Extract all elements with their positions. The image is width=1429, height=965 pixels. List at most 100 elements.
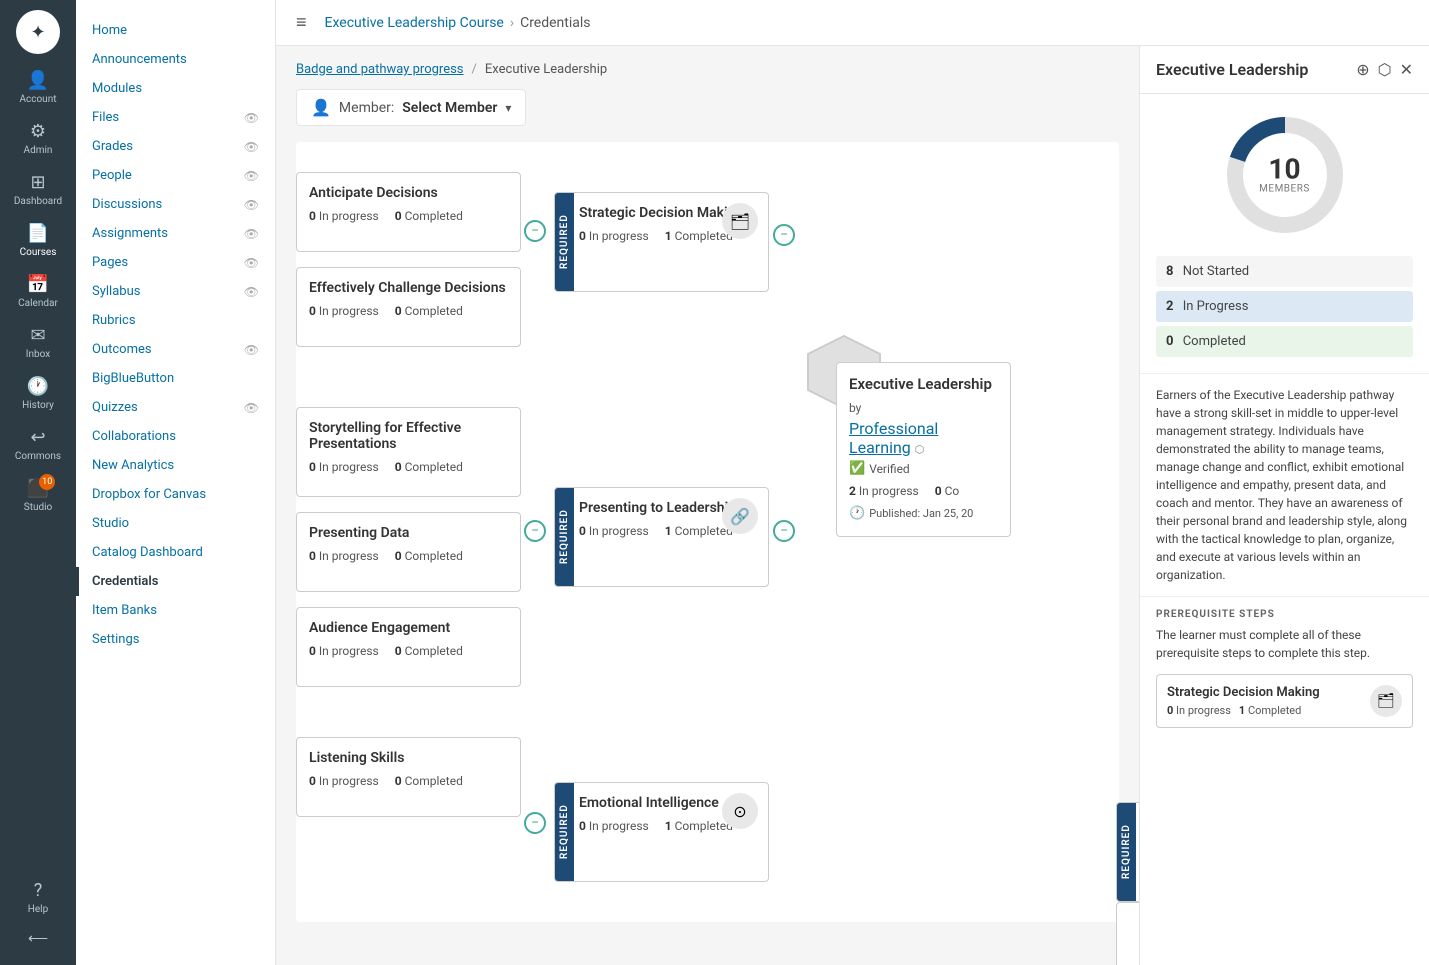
nav-item-announcements[interactable]: Announcements xyxy=(76,45,275,74)
nav-label: People xyxy=(92,168,132,183)
sidebar-item-courses[interactable]: 📄 Courses xyxy=(0,215,76,266)
nav-item-settings[interactable]: Settings xyxy=(76,625,275,654)
publisher-by: by xyxy=(849,401,998,415)
nav-label: Credentials xyxy=(92,574,158,589)
nav-label: Modules xyxy=(92,81,142,96)
nav-label: Dropbox for Canvas xyxy=(92,487,206,502)
sidebar-item-label: Dashboard xyxy=(14,196,62,207)
prereq-card-content: Strategic Decision Making 0 In progress … xyxy=(1167,685,1362,717)
sidebar-item-admin[interactable]: ⚙ Admin xyxy=(0,113,76,164)
eye-icon: 👁 xyxy=(244,169,259,183)
connector-right-2: − xyxy=(773,520,795,542)
clock-icon: 🕐 xyxy=(849,506,865,521)
card-audience-engagement[interactable]: Audience Engagement 0 In progress 0 Comp… xyxy=(296,607,521,687)
logo-icon: ✦ xyxy=(30,22,45,43)
nav-item-home[interactable]: Home xyxy=(76,16,275,45)
nav-item-outcomes[interactable]: Outcomes 👁 xyxy=(76,335,275,364)
member-selector[interactable]: 👤 Member: Select Member ▾ xyxy=(296,89,526,126)
sidebar-collapse-button[interactable]: ⟵ xyxy=(0,923,76,955)
sidebar-item-help[interactable]: ? Help xyxy=(0,872,76,923)
card-challenge-decisions[interactable]: Effectively Challenge Decisions 0 In pro… xyxy=(296,267,521,347)
dashboard-icon: ⊞ xyxy=(30,172,45,193)
stat-num: 0 xyxy=(1166,334,1173,349)
eye-icon: 👁 xyxy=(244,227,259,241)
sidebar-item-calendar[interactable]: 📅 Calendar xyxy=(0,266,76,317)
sidebar-item-studio[interactable]: ⬛ 10 Studio xyxy=(0,470,76,521)
card-strategic-decision-bottom[interactable]: REQUIRED 🗂 Strategic Decision Making 0 I… xyxy=(1116,802,1139,902)
admin-icon: ⚙ xyxy=(30,121,46,142)
nav-label: Rubrics xyxy=(92,313,136,328)
eye-icon: 👁 xyxy=(244,343,259,357)
nav-item-quizzes[interactable]: Quizzes 👁 xyxy=(76,393,275,422)
nav-item-pages[interactable]: Pages 👁 xyxy=(76,248,275,277)
commons-icon: ↩ xyxy=(30,427,45,448)
sidebar-item-label: Admin xyxy=(24,145,53,156)
sidebar-item-dashboard[interactable]: ⊞ Dashboard xyxy=(0,164,76,215)
nav-item-people[interactable]: People 👁 xyxy=(76,161,275,190)
stat-not-started: 8 Not Started xyxy=(1156,256,1413,287)
sidebar-item-account[interactable]: 👤 Account xyxy=(0,62,76,113)
member-value: Select Member xyxy=(402,100,497,116)
card-title: Audience Engagement xyxy=(309,620,508,636)
prereq-card-stats: 0 In progress 1 Completed xyxy=(1167,704,1362,717)
calendar-icon: 📅 xyxy=(27,274,49,295)
nav-item-rubrics[interactable]: Rubrics xyxy=(76,306,275,335)
nav-label: Item Banks xyxy=(92,603,157,618)
card-emotional-intelligence-right[interactable]: Emotional Intelligence 0 In progress 0 C… xyxy=(1116,902,1139,965)
topbar: ≡ Executive Leadership Course › Credenti… xyxy=(276,0,1429,46)
app-logo[interactable]: ✦ xyxy=(16,10,60,54)
sidebar-item-inbox[interactable]: ✉ Inbox xyxy=(0,317,76,368)
account-icon: 👤 xyxy=(27,70,49,91)
breadcrumb-current-page: Credentials xyxy=(520,15,590,31)
card-presenting-data[interactable]: Presenting Data 0 In progress 0 Complete… xyxy=(296,512,521,592)
nav-item-bigbluebutton[interactable]: BigBlueButton xyxy=(76,364,275,393)
nav-item-files[interactable]: Files 👁 xyxy=(76,103,275,132)
breadcrumb-separator: › xyxy=(510,15,514,31)
card-storytelling[interactable]: Storytelling for Effective Presentations… xyxy=(296,407,521,497)
nav-item-new-analytics[interactable]: New Analytics xyxy=(76,451,275,480)
required-badge: REQUIRED xyxy=(1117,803,1136,901)
badge-progress-link[interactable]: Badge and pathway progress xyxy=(296,62,464,77)
export-icon[interactable]: ⬡ xyxy=(1378,60,1392,79)
nav-label: BigBlueButton xyxy=(92,371,174,386)
nav-item-dropbox[interactable]: Dropbox for Canvas xyxy=(76,480,275,509)
card-executive-leadership[interactable]: Executive Leadership by Professional Lea… xyxy=(836,362,1011,537)
nav-item-studio[interactable]: Studio xyxy=(76,509,275,538)
nav-item-syllabus[interactable]: Syllabus 👁 xyxy=(76,277,275,306)
breadcrumb-link-course[interactable]: Executive Leadership Course xyxy=(325,15,504,31)
target-icon[interactable]: ⊕ xyxy=(1356,60,1369,79)
card-presenting-leadership[interactable]: REQUIRED 🔗 Presenting to Leadership 0 In… xyxy=(554,487,769,587)
right-panel-actions: ⊕ ⬡ ✕ xyxy=(1356,60,1413,79)
nav-item-grades[interactable]: Grades 👁 xyxy=(76,132,275,161)
prereq-card-title: Strategic Decision Making xyxy=(1167,685,1362,700)
history-icon: 🕐 xyxy=(27,376,49,397)
hamburger-icon[interactable]: ≡ xyxy=(296,12,307,33)
breadcrumb: Executive Leadership Course › Credential… xyxy=(325,15,591,31)
prereq-card[interactable]: Strategic Decision Making 0 In progress … xyxy=(1156,674,1413,728)
nav-item-catalog[interactable]: Catalog Dashboard xyxy=(76,538,275,567)
required-badge: REQUIRED xyxy=(555,193,574,291)
sidebar-item-label: Help xyxy=(28,904,48,915)
nav-item-modules[interactable]: Modules xyxy=(76,74,275,103)
nav-item-discussions[interactable]: Discussions 👁 xyxy=(76,190,275,219)
eye-icon: 👁 xyxy=(244,401,259,415)
sidebar-item-history[interactable]: 🕐 History xyxy=(0,368,76,419)
nav-item-item-banks[interactable]: Item Banks xyxy=(76,596,275,625)
card-listening-skills[interactable]: Listening Skills 0 In progress 0 Complet… xyxy=(296,737,521,817)
sidebar-item-commons[interactable]: ↩ Commons xyxy=(0,419,76,470)
nav-item-credentials[interactable]: Credentials xyxy=(76,567,275,596)
card-emotional-intelligence[interactable]: REQUIRED ⊙ Emotional Intelligence 0 In p… xyxy=(554,782,769,882)
nav-label: New Analytics xyxy=(92,458,174,473)
card-anticipate-decisions[interactable]: Anticipate Decisions 0 In progress 0 Com… xyxy=(296,172,521,252)
close-icon[interactable]: ✕ xyxy=(1400,60,1413,79)
prereq-title: PREREQUISITE STEPS xyxy=(1156,609,1413,620)
stat-num: 8 xyxy=(1166,264,1173,279)
card-strategic-decision[interactable]: REQUIRED 🗂 Strategic Decision Making 0 I… xyxy=(554,192,769,292)
publisher-link[interactable]: Professional Learning xyxy=(849,419,938,457)
nav-label: Announcements xyxy=(92,52,187,67)
right-panel: Executive Leadership ⊕ ⬡ ✕ xyxy=(1139,46,1429,965)
nav-item-assignments[interactable]: Assignments 👁 xyxy=(76,219,275,248)
description-section: Earners of the Executive Leadership path… xyxy=(1140,373,1429,596)
nav-item-collaborations[interactable]: Collaborations xyxy=(76,422,275,451)
card-icon: 🔗 xyxy=(722,498,758,534)
